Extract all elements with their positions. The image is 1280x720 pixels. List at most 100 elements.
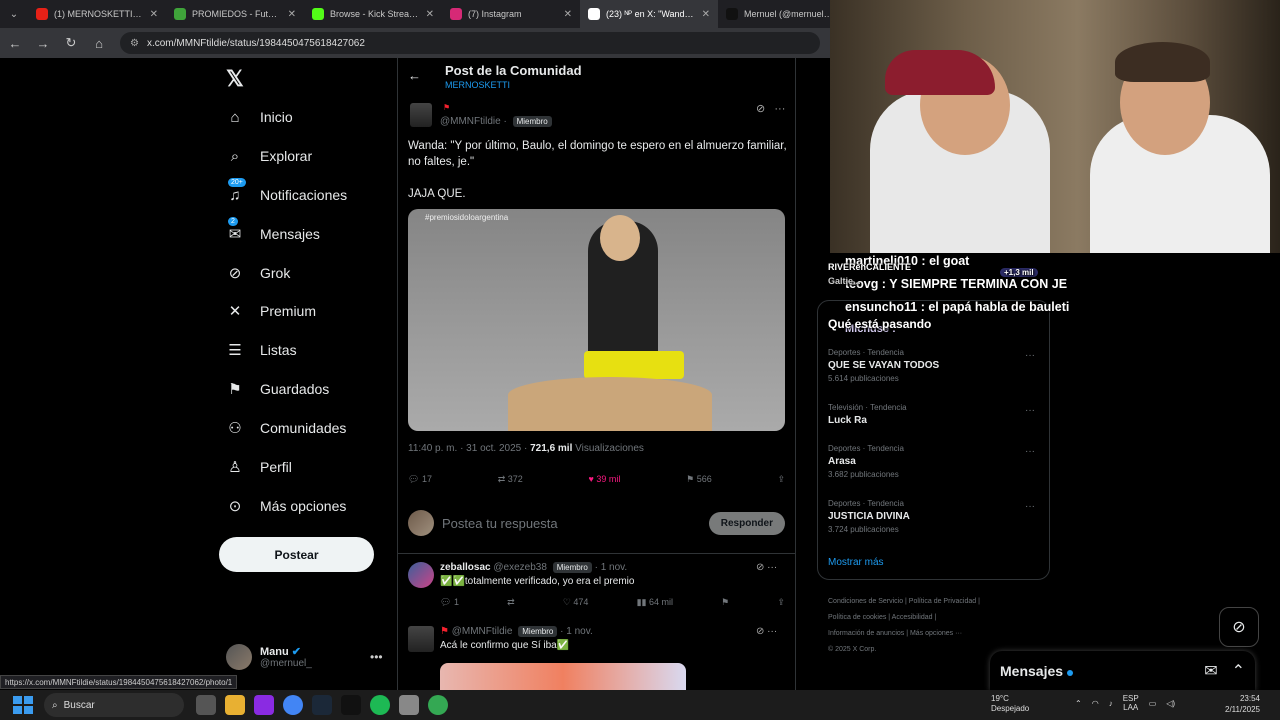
post-time[interactable]: 11:40 p. m. · 31 oct. 2025 · bbox=[408, 443, 527, 454]
network-icon[interactable]: ▭ bbox=[1149, 699, 1157, 708]
sidebar-item-grok[interactable]: ⊘ Grok bbox=[226, 264, 291, 282]
weather-widget[interactable]: 19°C Despejado bbox=[975, 694, 1029, 714]
messages-dock[interactable]: Mensajes ✉ ⌃ bbox=[990, 651, 1255, 691]
reply-button[interactable]: Responder bbox=[708, 511, 785, 535]
sidebar-item-mas-opciones[interactable]: ⊙ Más opciones bbox=[226, 497, 347, 515]
x-logo[interactable]: 𝕏 bbox=[226, 66, 244, 92]
more-icon[interactable]: ••• bbox=[370, 650, 383, 664]
chevron-up-icon[interactable]: ⌃ bbox=[1075, 699, 1082, 708]
footer-line[interactable]: Condiciones de Servicio | Política de Pr… bbox=[828, 594, 1038, 610]
close-icon[interactable]: ✕ bbox=[150, 9, 158, 20]
account-switcher[interactable]: Manu ✔ @mernuel_ bbox=[226, 644, 312, 670]
tab-list-chevron-icon[interactable]: ⌄ bbox=[0, 9, 28, 20]
sidebar-item-mensajes[interactable]: ✉ 2 Mensajes bbox=[226, 217, 320, 243]
reload-icon[interactable]: ↻ bbox=[62, 35, 80, 51]
windows-start-icon[interactable] bbox=[10, 693, 34, 717]
trend-item[interactable]: Deportes · Tendencia Arasa 3.682 publicaci… bbox=[828, 444, 904, 479]
bookmark-action[interactable]: ⚑ 566 bbox=[686, 474, 712, 485]
sidebar-item-guardados[interactable]: ⚑ Guardados bbox=[226, 380, 329, 398]
views-action[interactable]: ▮▮ 64 mil bbox=[637, 597, 673, 608]
author-handle[interactable]: @MMNFtildie · bbox=[440, 116, 507, 127]
share-icon[interactable]: ⇪ bbox=[777, 597, 785, 608]
sidebar-item-perfil[interactable]: ♙ Perfil bbox=[226, 458, 292, 476]
more-icon[interactable]: ··· bbox=[1025, 501, 1035, 512]
reply-action[interactable]: 💬︎ 1 bbox=[440, 597, 459, 608]
spotify-icon[interactable] bbox=[370, 695, 390, 715]
sidebar-item-comunidades[interactable]: ⚇ Comunidades bbox=[226, 419, 346, 437]
expand-icon[interactable]: ⌃ bbox=[1232, 661, 1245, 681]
sidebar-item-listas[interactable]: ☰ Listas bbox=[226, 341, 296, 359]
grok-icon[interactable]: ⊘ bbox=[756, 103, 765, 115]
footer-line[interactable]: Información de anuncios | Más opciones ·… bbox=[828, 626, 1038, 642]
sidebar-item-inicio[interactable]: ⌂ Inicio bbox=[226, 108, 292, 126]
chrome-icon[interactable] bbox=[283, 695, 303, 715]
browser-tab[interactable]: (7) Instagram ✕ bbox=[442, 0, 580, 28]
url-bar[interactable]: ⚙ x.com/MMNFtildie/status/19844504756184… bbox=[120, 32, 820, 54]
community-link[interactable]: MERNOSKETTI bbox=[445, 80, 510, 90]
post-media[interactable]: #premiosidoloargentina bbox=[408, 209, 785, 431]
footer-line[interactable]: Política de cookies | Accesibilidad | bbox=[828, 610, 1038, 626]
trend-item[interactable]: Televisión · Tendencia Luck Ra bbox=[828, 403, 907, 426]
flag-icon: ⚑ bbox=[440, 626, 449, 637]
clock[interactable]: 23:54 2/11/2025 bbox=[1225, 693, 1260, 715]
close-icon[interactable]: ✕ bbox=[288, 9, 296, 20]
more-icon[interactable]: ··· bbox=[774, 103, 785, 115]
sidebar-item-explorar[interactable]: ⌕ Explorar bbox=[226, 147, 312, 165]
back-icon[interactable]: ← bbox=[6, 36, 24, 51]
obs-icon[interactable] bbox=[254, 695, 274, 715]
more-icon[interactable]: ··· bbox=[767, 626, 777, 637]
comment-avatar[interactable] bbox=[408, 626, 434, 652]
comment-author[interactable]: zeballosac bbox=[440, 562, 491, 573]
bookmark-icon[interactable]: ⚑ bbox=[721, 597, 729, 608]
more-icon[interactable]: ··· bbox=[1025, 446, 1035, 457]
comment-media[interactable] bbox=[440, 663, 686, 690]
grok-icon[interactable]: ⊘ bbox=[756, 562, 764, 573]
trend-item[interactable]: Deportes · Tendencia JUSTICIA DIVINA 3.724… bbox=[828, 499, 910, 534]
file-explorer-icon[interactable] bbox=[225, 695, 245, 715]
more-icon[interactable]: ··· bbox=[767, 562, 777, 573]
task-view-icon[interactable] bbox=[196, 695, 216, 715]
reply-input[interactable]: Postea tu respuesta bbox=[442, 516, 701, 531]
wifi-icon[interactable]: ◠ bbox=[1092, 699, 1099, 708]
back-arrow-icon[interactable]: ← bbox=[408, 68, 421, 83]
comment[interactable]: zeballosac @exezeb38 Miembro · 1 nov. ⊘ … bbox=[408, 562, 788, 616]
mic-icon[interactable]: ♪ bbox=[1109, 699, 1113, 708]
new-message-icon[interactable]: ✉ bbox=[1204, 661, 1217, 681]
language-indicator[interactable]: ESP LAA bbox=[1123, 694, 1139, 712]
close-icon[interactable]: ✕ bbox=[564, 9, 572, 20]
site-info-icon[interactable]: ⚙ bbox=[130, 38, 139, 49]
more-icon[interactable]: ··· bbox=[1025, 350, 1035, 361]
reply-action[interactable]: 💬︎ 17 bbox=[408, 474, 432, 485]
like-action[interactable]: ♡ 474 bbox=[563, 597, 589, 608]
browser-tab[interactable]: PROMIEDOS - Futbol Arg ✕ bbox=[166, 0, 304, 28]
grok-icon[interactable]: ⊘ bbox=[756, 626, 764, 637]
forward-icon[interactable]: → bbox=[34, 36, 52, 51]
close-icon[interactable]: ✕ bbox=[702, 9, 710, 20]
more-icon[interactable]: ··· bbox=[1025, 405, 1035, 416]
home-icon[interactable]: ⌂ bbox=[90, 36, 108, 51]
browser-tab[interactable]: Browse - Kick Streaming ✕ bbox=[304, 0, 442, 28]
post-button[interactable]: Postear bbox=[219, 537, 374, 572]
show-more-link[interactable]: Mostrar más bbox=[828, 557, 884, 568]
author-avatar[interactable] bbox=[410, 103, 432, 127]
steam-icon[interactable] bbox=[312, 695, 332, 715]
close-icon[interactable]: ✕ bbox=[426, 9, 434, 20]
repost-action[interactable]: ⇄ 372 bbox=[498, 474, 523, 485]
comment[interactable]: ⚑ @MMNFtildie Miembro · 1 nov. ⊘ ··· Acá… bbox=[408, 626, 788, 666]
comment-avatar[interactable] bbox=[408, 562, 434, 588]
volume-icon[interactable]: ◁) bbox=[1166, 699, 1175, 708]
chrome-profile-icon[interactable] bbox=[428, 695, 448, 715]
trend-item[interactable]: Deportes · Tendencia QUE SE VAYAN TODOS 5.… bbox=[828, 348, 939, 383]
repost-icon[interactable]: ⇄ bbox=[507, 597, 515, 608]
settings-icon[interactable] bbox=[399, 695, 419, 715]
tiktok-icon[interactable] bbox=[341, 695, 361, 715]
grok-button[interactable]: ⊘ bbox=[1219, 607, 1259, 647]
share-icon[interactable]: ⇪ bbox=[777, 474, 785, 485]
like-action[interactable]: ♥ 39 mil bbox=[589, 474, 621, 485]
comment-handle[interactable]: @MMNFtildie bbox=[452, 626, 513, 637]
browser-tab[interactable]: (1) MERNOSKETTI: Cread ✕ bbox=[28, 0, 166, 28]
taskbar-search[interactable]: ⌕ Buscar bbox=[44, 693, 184, 717]
sidebar-item-notificaciones[interactable]: ♫ 20+ Notificaciones bbox=[226, 178, 347, 204]
sidebar-item-premium[interactable]: ✕ Premium bbox=[226, 302, 316, 320]
browser-tab[interactable]: (23) ᴺᴾ en X: "Wanda: "Y p ✕ bbox=[580, 0, 718, 28]
